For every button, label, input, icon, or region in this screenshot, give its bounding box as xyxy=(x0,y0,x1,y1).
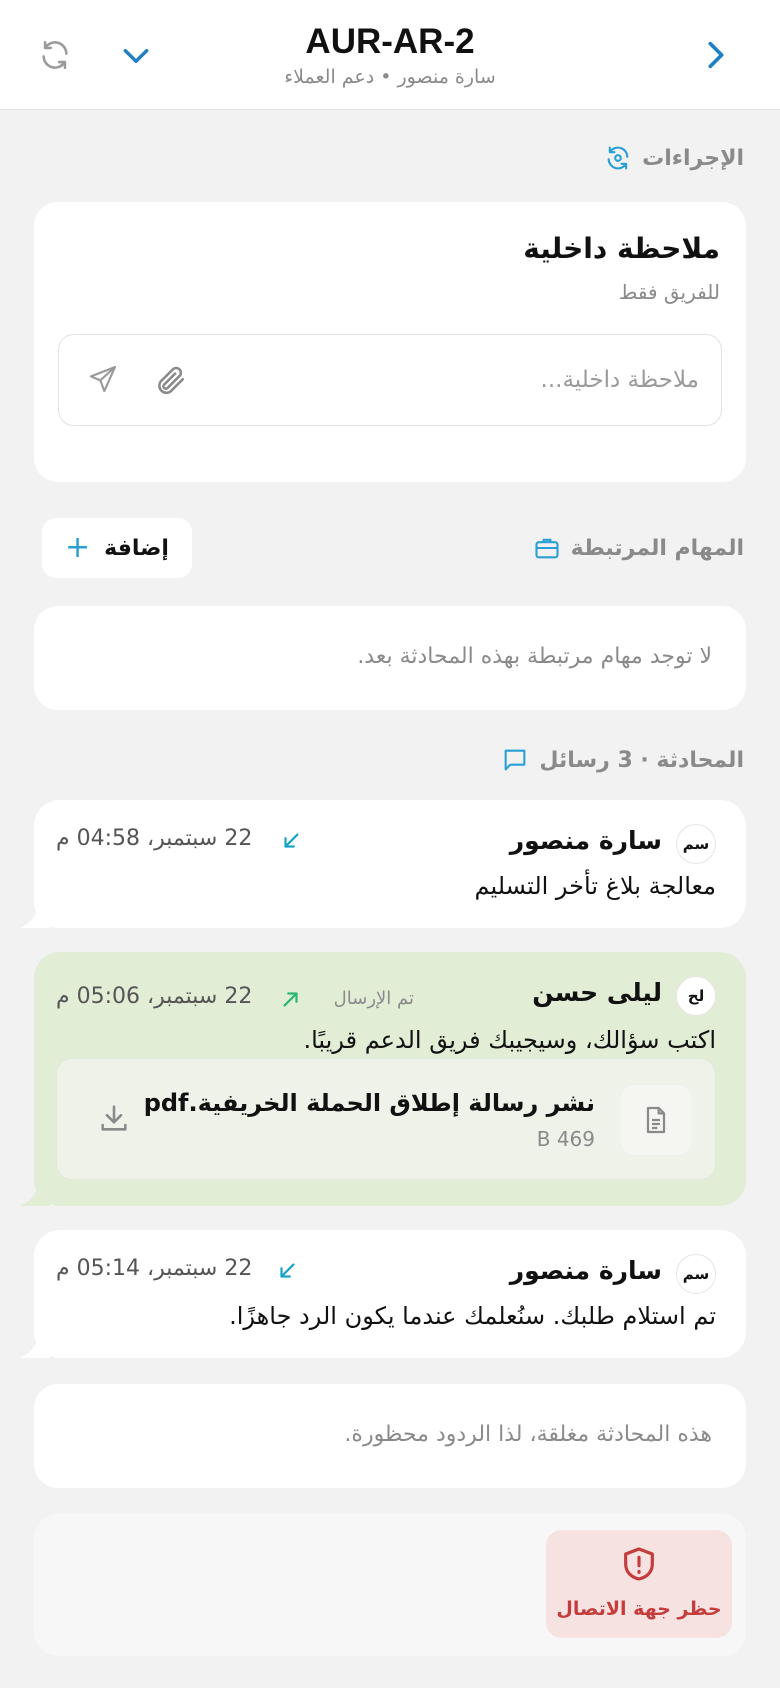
message-sender: ليلى حسن xyxy=(532,978,662,1007)
attachment-card[interactable]: نشر رسالة إطلاق الحملة الخريفية.pdf 469 … xyxy=(56,1058,716,1180)
shield-alert-icon xyxy=(624,1547,654,1581)
internal-note-card: ملاحظة داخلية للفريق فقط xyxy=(34,202,746,482)
bubble-tail xyxy=(20,902,50,928)
header-bar: AUR-AR-2 سارة منصور • دعم العملاء xyxy=(0,0,780,110)
block-contact-label: حظر جهة الاتصال xyxy=(556,1598,722,1620)
message-bubble: سم سارة منصور 22 سبتمبر، 04:58 م معالجة … xyxy=(20,800,746,928)
message-text: اكتب سؤالك، وسيجيبك فريق الدعم قريبًا. xyxy=(303,1026,716,1054)
message-text: معالجة بلاغ تأخر التسليم xyxy=(474,872,717,900)
add-task-button[interactable]: + إضافة xyxy=(42,518,192,578)
download-icon[interactable] xyxy=(97,1101,131,1135)
chevron-right-icon[interactable] xyxy=(700,38,732,72)
send-icon[interactable] xyxy=(87,363,119,395)
internal-note-subtitle: للفريق فقط xyxy=(618,280,720,304)
page-title: AUR-AR-2 xyxy=(305,22,475,61)
outgoing-arrow-icon xyxy=(283,992,298,1007)
internal-note-composer xyxy=(58,334,722,426)
tasks-section-header: المهام المرتبطة xyxy=(533,534,744,562)
internal-note-input[interactable] xyxy=(259,359,699,401)
sync-icon xyxy=(607,146,629,170)
attachment-size: 469 B xyxy=(536,1127,595,1151)
message-time: 22 سبتمبر، 04:58 م xyxy=(56,826,253,851)
block-contact-button[interactable]: حظر جهة الاتصال xyxy=(546,1530,732,1638)
plus-icon: + xyxy=(65,530,91,565)
actions-section-label: الإجراءات xyxy=(642,145,744,171)
message-bubble: سم سارة منصور 22 سبتمبر، 05:14 م تم استل… xyxy=(20,1230,746,1358)
bubble-tail xyxy=(20,1332,50,1358)
attachment-name: نشر رسالة إطلاق الحملة الخريفية.pdf xyxy=(143,1089,595,1117)
incoming-arrow-icon xyxy=(284,833,299,848)
conversation-section-header: المحادثة · 3 رسائل xyxy=(501,746,744,774)
closed-notice-card: هذه المحادثة مغلقة، لذا الردود محظورة. xyxy=(34,1384,746,1488)
internal-note-title: ملاحظة داخلية xyxy=(523,232,720,265)
message-bubble: لح ليلى حسن تم الإرسال 22 سبتمبر، 05:06 … xyxy=(20,952,746,1206)
page-subtitle: سارة منصور • دعم العملاء xyxy=(284,66,496,88)
add-task-label: إضافة xyxy=(104,535,169,561)
tasks-section-label: المهام المرتبطة xyxy=(570,535,744,561)
conversation-section-label: المحادثة · 3 رسائل xyxy=(539,747,744,773)
tasks-empty-card: لا توجد مهام مرتبطة بهذه المحادثة بعد. xyxy=(34,606,746,710)
incoming-arrow-icon xyxy=(280,1263,295,1278)
message-sender: سارة منصور xyxy=(509,826,662,855)
message-status: تم الإرسال xyxy=(333,988,414,1009)
message-sender: سارة منصور xyxy=(509,1256,662,1285)
tasks-empty-text: لا توجد مهام مرتبطة بهذه المحادثة بعد. xyxy=(357,644,712,669)
message-time: 22 سبتمبر، 05:14 م xyxy=(56,1256,253,1281)
block-contact-area: حظر جهة الاتصال xyxy=(34,1514,746,1656)
avatar: سم xyxy=(676,1254,716,1294)
avatar: لح xyxy=(676,976,716,1016)
message-time: 22 سبتمبر، 05:06 م xyxy=(56,984,253,1009)
closed-notice-text: هذه المحادثة مغلقة، لذا الردود محظورة. xyxy=(344,1422,712,1447)
file-document-icon xyxy=(646,1106,666,1134)
file-icon-box xyxy=(621,1085,691,1155)
avatar: سم xyxy=(676,824,716,864)
message-text: تم استلام طلبك. سنُعلمك عندما يكون الرد … xyxy=(229,1302,716,1330)
actions-section-header: الإجراءات xyxy=(604,144,744,172)
bubble-tail xyxy=(20,1180,50,1206)
paperclip-icon[interactable] xyxy=(153,363,187,397)
chat-icon xyxy=(504,749,526,771)
briefcase-icon xyxy=(535,538,559,559)
